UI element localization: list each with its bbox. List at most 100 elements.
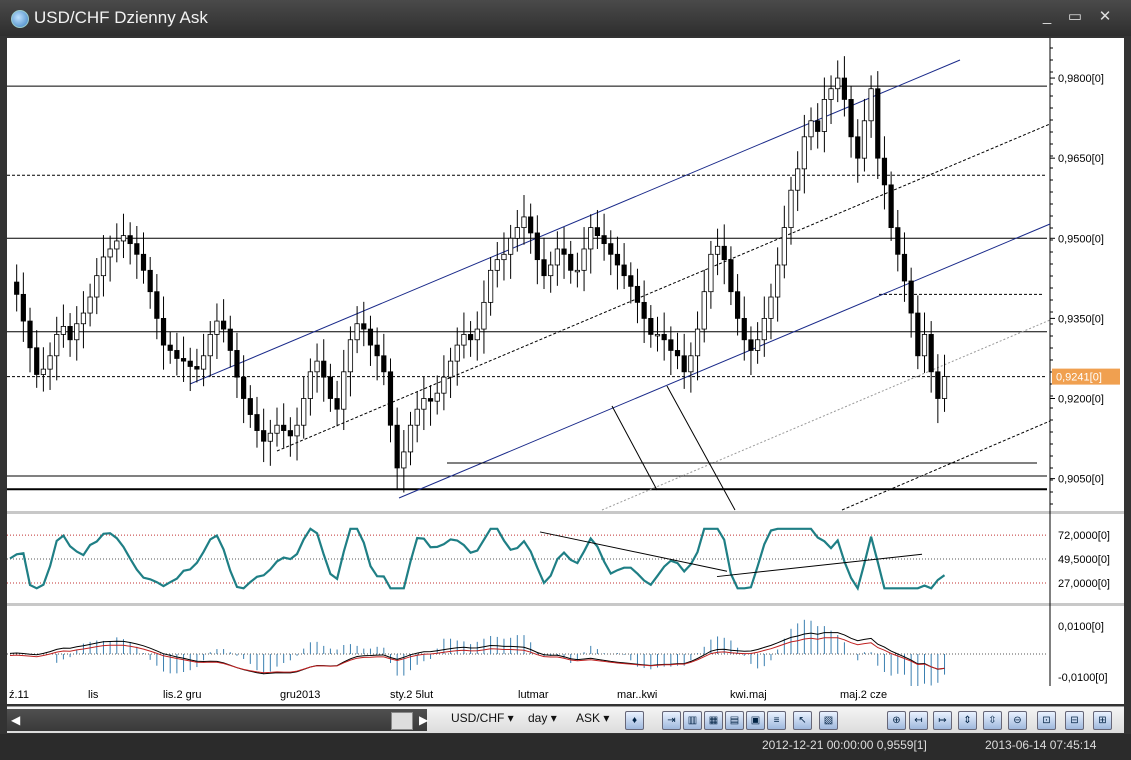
shift-left-icon[interactable]: ↤ (909, 711, 928, 730)
candle-body (234, 350, 240, 378)
side-label: ASK (576, 711, 601, 725)
candle-body (634, 285, 641, 303)
candle-body (434, 392, 440, 402)
chart-icon-3[interactable]: ▦ (704, 711, 723, 730)
candle-body (494, 259, 500, 271)
rsi-panel: 72,0000[0] 49,5000[0] 27,0000[0] (7, 527, 1110, 591)
candle-body (374, 344, 380, 357)
time-axis-label: kwi.maj (730, 689, 767, 701)
chart-icon-2[interactable]: ▥ (683, 711, 702, 730)
scroll-left-arrow-icon[interactable]: ◀ (11, 713, 20, 727)
time-axis-label: maj.2 cze (840, 689, 888, 701)
shift-right-icon[interactable]: ↦ (933, 711, 952, 730)
cursor-info: 2012-12-21 00:00:00 0,9559[1] (762, 738, 927, 752)
candle-body (314, 360, 320, 373)
candle-body (481, 301, 487, 330)
candle-body (935, 371, 941, 399)
price-axis-label: 0,9350[0] (1058, 313, 1104, 325)
candle-body (734, 291, 741, 319)
indicator-icon-1[interactable]: ⊡ (1037, 711, 1056, 730)
candle-body (554, 248, 560, 266)
maximize-button[interactable]: ▭ (1064, 7, 1086, 27)
price-axis: 0,9800[0] 0,9650[0] 0,9500[0] 0,9350[0] 0,92… (1050, 47, 1120, 505)
candle-body (200, 355, 207, 370)
minimize-button[interactable]: _ (1036, 7, 1058, 27)
candle-body (34, 347, 40, 375)
zoom-out-icon[interactable]: ⊖ (1008, 711, 1027, 730)
candle-body (674, 350, 681, 357)
candle-body (648, 317, 654, 335)
candle-type-icon[interactable]: ♦ (625, 711, 644, 730)
indicator-icon-2[interactable]: ⊟ (1065, 711, 1084, 730)
chart-icon-4[interactable]: ▤ (725, 711, 744, 730)
candle-body (160, 317, 167, 346)
candle-body (427, 398, 434, 402)
candle-body (174, 350, 180, 359)
candle-body (888, 184, 894, 229)
chart-icon-6[interactable]: ≡ (767, 711, 786, 730)
current-price-label: 0,9241[0] (1056, 372, 1102, 384)
zoom-in-icon[interactable]: ⊕ (887, 711, 906, 730)
candle-body (407, 424, 414, 453)
candle-body (901, 253, 908, 282)
chart-area[interactable]: 72,0000[0] 49,5000[0] 27,0000[0] 0,0100[0]… (7, 38, 1124, 699)
candle-body (821, 99, 827, 132)
candle-body (908, 280, 914, 314)
candle-body (100, 256, 107, 277)
candle-body (594, 227, 601, 237)
price-axis-label: 0,9650[0] (1058, 153, 1104, 165)
indicator-icon-3[interactable]: ⊞ (1093, 711, 1112, 730)
candle-body (87, 296, 93, 314)
candle-body (74, 323, 80, 341)
cursor-icon[interactable]: ↖ (793, 711, 812, 730)
scroll-right-arrow-icon[interactable]: ▶ (419, 713, 428, 727)
candle-body (294, 424, 300, 437)
candle-body (40, 368, 46, 375)
candle-body (508, 237, 514, 255)
horizontal-scrollbar[interactable]: ◀ ▶ (7, 709, 428, 731)
chart-icon-1[interactable]: ⇥ (662, 711, 681, 730)
chart-gridlines (7, 38, 1124, 686)
candle-body (321, 360, 327, 378)
candle-body (781, 227, 787, 266)
candle-body (120, 235, 127, 242)
time-axis-label: lutmar (518, 689, 549, 701)
candle-body (247, 398, 253, 415)
candle-body (861, 120, 868, 159)
scroll-thumb[interactable] (391, 712, 413, 730)
candle-body (241, 376, 247, 399)
candle-body (421, 398, 427, 410)
candle-body (708, 253, 714, 293)
candle-body (541, 259, 547, 277)
status-bar: 2012-12-21 00:00:00 0,9559[1] 2013-06-14… (0, 734, 1131, 760)
candle-body (261, 430, 267, 442)
price-chart[interactable]: 72,0000[0] 49,5000[0] 27,0000[0] 0,0100[0]… (7, 38, 1124, 699)
compress-icon[interactable]: ⇳ (983, 711, 1002, 730)
instrument-dropdown[interactable]: USD/CHF ▾ (451, 711, 514, 725)
candle-body (488, 269, 494, 303)
chart-icon-5[interactable]: ▣ (746, 711, 765, 730)
candle-body (741, 317, 747, 341)
globe-icon (11, 10, 29, 28)
close-button[interactable]: ✕ (1094, 7, 1116, 27)
candle-body (841, 77, 847, 100)
candle-body (394, 424, 400, 469)
side-dropdown[interactable]: ASK ▾ (576, 711, 609, 725)
projection-line (666, 385, 736, 511)
price-axis-label: 0,9050[0] (1058, 474, 1104, 486)
candle-body (528, 216, 534, 234)
candle-body (354, 323, 360, 341)
title-bar[interactable]: USD/CHF Dzienny Ask _ ▭ ✕ (0, 0, 1131, 36)
projection-line (611, 405, 658, 491)
candle-body (461, 334, 467, 346)
expand-icon[interactable]: ⇕ (958, 711, 977, 730)
candle-body (828, 88, 834, 100)
candle-body (755, 339, 761, 351)
candle-body (628, 275, 634, 287)
candle-body (808, 120, 814, 138)
candle-body (274, 424, 280, 434)
candle-body (334, 398, 340, 410)
period-dropdown[interactable]: day ▾ (528, 711, 557, 725)
template-icon[interactable]: ▧ (819, 711, 838, 730)
panel-separator (7, 603, 1124, 606)
